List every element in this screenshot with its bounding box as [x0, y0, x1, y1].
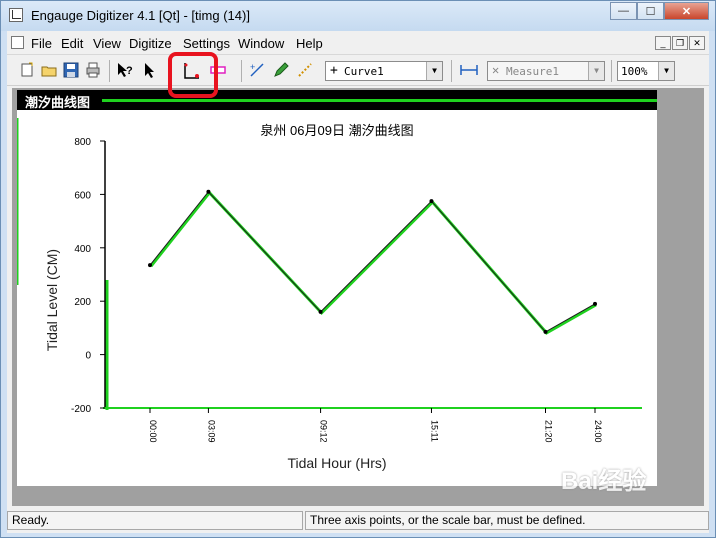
segment-fill-icon[interactable] [295, 60, 315, 80]
save-icon[interactable] [61, 60, 81, 80]
cross-icon: ✕ [492, 63, 500, 77]
toolbar: ? + + Curve1 ▼ ✕ Measure1 ▼ 100% ▼ [7, 56, 709, 86]
zoom-select-value: 100% [621, 65, 648, 78]
menu-bar: File Edit View Digitize Settings Window … [7, 31, 709, 55]
x-tick-label: 21:20 [543, 420, 553, 443]
watermark: Bai经验 [561, 468, 647, 495]
new-document-icon[interactable] [17, 60, 37, 80]
y-tick-label: 200 [74, 297, 91, 308]
data-point [206, 189, 211, 194]
mdi-close-button[interactable]: ✕ [689, 36, 705, 50]
x-axis-label: Tidal Hour (Hrs) [287, 455, 386, 471]
measure-select-value: Measure1 [506, 65, 559, 78]
highlight-annotation [168, 52, 218, 98]
main-client: File Edit View Digitize Settings Window … [7, 31, 709, 533]
app-window: Engauge Digitizer 4.1 [Qt] - [timg (14)]… [0, 0, 716, 538]
measure-select[interactable]: ✕ Measure1 ▼ [487, 61, 605, 81]
select-arrow-icon[interactable] [139, 60, 159, 80]
measure-icon[interactable] [459, 60, 479, 80]
status-message: Three axis points, or the scale bar, mus… [305, 511, 709, 530]
minimize-button[interactable]: — [610, 2, 637, 20]
menu-window[interactable]: Window [238, 36, 284, 51]
tidal-chart: 泉州 06月09日 潮汐曲线图 -200 0 200 400 600 800 00:00 03:… [17, 118, 642, 471]
mdi-minimize-button[interactable]: _ [655, 36, 671, 50]
mdi-restore-button[interactable]: ❐ [672, 36, 688, 50]
status-bar: Ready. Three axis points, or the scale b… [7, 509, 709, 531]
series-line-halo [149, 190, 597, 335]
svg-text:?: ? [126, 65, 133, 77]
y-tick-label: 800 [74, 137, 91, 148]
app-icon [9, 8, 23, 22]
y-axis-label: Tidal Level (CM) [44, 249, 60, 351]
crosshair-icon: + [330, 63, 338, 78]
chevron-down-icon[interactable]: ▼ [658, 62, 674, 80]
y-tick-label: 0 [85, 351, 91, 362]
chart-title: 泉州 06月09日 潮汐曲线图 [260, 123, 413, 138]
x-tick-label: 09:12 [319, 420, 329, 443]
document-icon[interactable] [11, 36, 24, 49]
open-folder-icon[interactable] [39, 60, 59, 80]
zoom-select[interactable]: 100% ▼ [617, 61, 675, 81]
menu-digitize[interactable]: Digitize [129, 36, 172, 51]
title-bar[interactable]: Engauge Digitizer 4.1 [Qt] - [timg (14)]… [1, 1, 715, 31]
window-controls: — ☐ ✕ [610, 2, 709, 20]
data-point [318, 309, 323, 314]
x-tick-label: 24:00 [593, 420, 603, 443]
status-ready: Ready. [7, 511, 303, 530]
curve-point-icon[interactable]: + [247, 60, 267, 80]
menu-edit[interactable]: Edit [61, 36, 83, 51]
window-title: Engauge Digitizer 4.1 [Qt] - [timg (14)] [31, 8, 250, 23]
pencil-icon[interactable] [271, 60, 291, 80]
y-tick-label: 400 [74, 244, 91, 255]
data-point [543, 329, 548, 334]
svg-text:+: + [250, 62, 255, 72]
print-icon[interactable] [83, 60, 103, 80]
menu-help[interactable]: Help [296, 36, 323, 51]
close-button[interactable]: ✕ [664, 2, 709, 20]
chevron-down-icon[interactable]: ▼ [588, 62, 604, 80]
menu-file[interactable]: File [31, 36, 52, 51]
data-point [429, 199, 434, 204]
curve-select-value: Curve1 [344, 65, 384, 78]
document-view: 潮汐曲线图 泉州 06月09日 潮汐曲线图 -200 0 200 400 600 800 00… [12, 88, 704, 506]
mdi-controls: _ ❐ ✕ [654, 36, 705, 50]
y-tick-label: 600 [74, 190, 91, 201]
data-point [593, 301, 597, 306]
whats-this-icon[interactable]: ? [115, 60, 135, 80]
menu-settings[interactable]: Settings [183, 36, 230, 51]
image-canvas[interactable]: 潮汐曲线图 泉州 06月09日 潮汐曲线图 -200 0 200 400 600 800 00… [17, 90, 657, 486]
x-tick-label: 15:11 [429, 420, 439, 442]
menu-view[interactable]: View [93, 36, 121, 51]
data-point [148, 263, 152, 268]
chevron-down-icon[interactable]: ▼ [426, 62, 442, 80]
x-tick-label: 00:00 [148, 420, 158, 443]
x-tick-label: 03:09 [206, 420, 216, 443]
maximize-button[interactable]: ☐ [637, 2, 664, 20]
y-tick-label: -200 [71, 404, 91, 415]
curve-select[interactable]: + Curve1 ▼ [325, 61, 443, 81]
